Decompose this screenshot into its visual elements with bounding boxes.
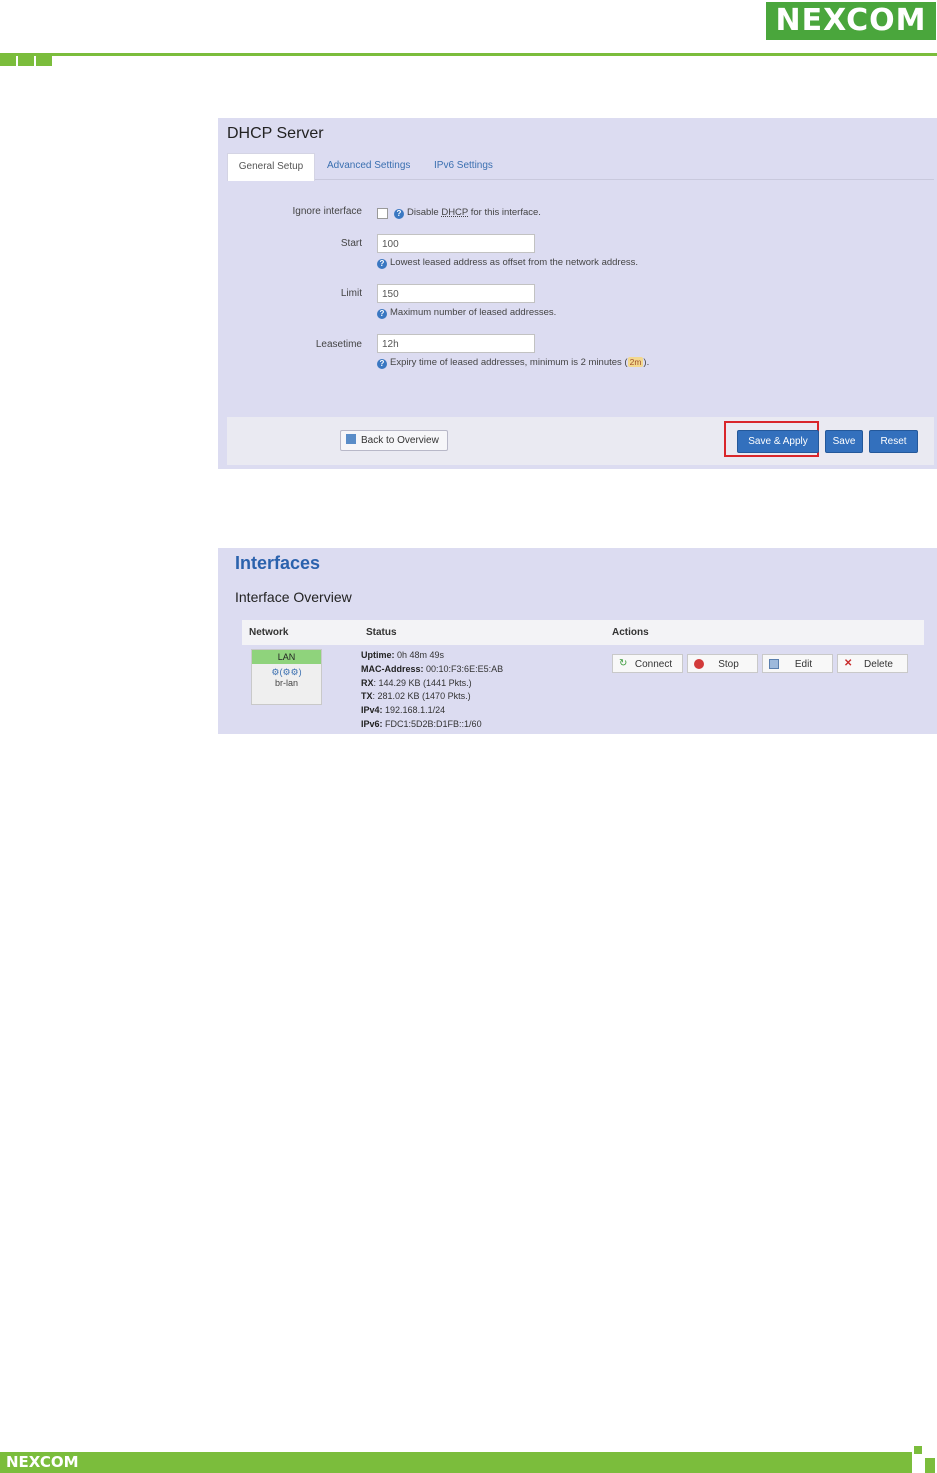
header-square	[0, 55, 16, 66]
header-rule	[0, 53, 937, 56]
dhcp-footer: Back to Overview Save & Apply Save Reset	[227, 417, 934, 465]
dhcp-title: DHCP Server	[227, 125, 324, 142]
tab-bar: General Setup Advanced Settings IPv6 Set…	[227, 153, 934, 181]
save-button[interactable]: Save	[825, 430, 863, 453]
status-ipv4: IPv4: 192.168.1.1/24	[361, 705, 446, 715]
footer-bar	[0, 1452, 912, 1473]
reset-button[interactable]: Reset	[869, 430, 918, 453]
start-label: Start	[340, 238, 362, 249]
limit-input[interactable]: 150	[377, 284, 535, 303]
lan-label: LAN	[252, 650, 321, 664]
ignore-interface-label: Ignore interface	[292, 206, 363, 217]
edit-button[interactable]: Edit	[762, 654, 833, 673]
stop-button[interactable]: Stop	[687, 654, 758, 673]
limit-label: Limit	[340, 288, 362, 299]
lan-network-box: LAN ⚙(⚙⚙) br-lan	[251, 649, 322, 705]
header-square	[36, 55, 52, 66]
col-status: Status	[366, 627, 397, 638]
nexcom-logo: NEXCOM	[766, 2, 936, 40]
help-icon: ?	[377, 259, 387, 269]
tab-general-setup[interactable]: General Setup	[227, 153, 315, 181]
start-input[interactable]: 100	[377, 234, 535, 253]
interfaces-panel: Interfaces Interface Overview Network St…	[218, 548, 937, 734]
ignore-interface-checkbox[interactable]	[377, 208, 388, 219]
start-help: ? Lowest leased address as offset from th…	[377, 257, 638, 269]
status-mac: MAC-Address: 00:10:F3:6E:E5:AB	[361, 664, 504, 674]
corner-square	[914, 1446, 922, 1454]
status-ipv6: IPv6: FDC1:5D2B:D1FB::1/60	[361, 719, 482, 729]
save-apply-button[interactable]: Save & Apply	[737, 430, 819, 453]
leasetime-input[interactable]: 12h	[377, 334, 535, 353]
back-to-overview-button[interactable]: Back to Overview	[340, 430, 448, 451]
dhcp-server-panel: DHCP Server General Setup Advanced Setti…	[218, 118, 937, 469]
dhcp-abbr: DHCP	[441, 207, 469, 218]
network-devices-icon: ⚙(⚙⚙)	[271, 667, 302, 677]
status-rx: RX: 144.29 KB (1441 Pkts.)	[361, 678, 472, 688]
interface-overview-subtitle: Interface Overview	[235, 589, 352, 605]
back-icon	[346, 434, 356, 444]
leasetime-label: Leasetime	[315, 339, 362, 350]
tab-advanced-settings[interactable]: Advanced Settings	[327, 153, 410, 179]
help-icon: ?	[377, 309, 387, 319]
footer-logo: NEXCOM	[6, 1453, 79, 1471]
col-network: Network	[249, 627, 289, 638]
limit-help: ? Maximum number of leased addresses.	[377, 307, 556, 319]
leasetime-help: ? Expiry time of leased addresses, minimu…	[377, 357, 649, 369]
leasetime-code: 2m	[627, 357, 644, 367]
connect-button[interactable]: ↻ Connect	[612, 654, 683, 673]
table-header: Network Status Actions	[242, 620, 924, 645]
status-tx: TX: 281.02 KB (1470 Pkts.)	[361, 691, 471, 701]
tab-ipv6-settings[interactable]: IPv6 Settings	[434, 153, 493, 179]
col-actions: Actions	[612, 627, 649, 638]
interfaces-title: Interfaces	[235, 553, 321, 573]
status-uptime: Uptime: 0h 48m 49s	[361, 650, 445, 660]
help-icon: ?	[377, 359, 387, 369]
corner-square	[925, 1458, 935, 1473]
lan-device: br-lan	[274, 678, 298, 688]
delete-button[interactable]: ✕ Delete	[837, 654, 908, 673]
ignore-interface-help: ? Disable DHCP for this interface.	[394, 207, 541, 219]
help-icon: ?	[394, 209, 404, 219]
header-square	[18, 55, 34, 66]
